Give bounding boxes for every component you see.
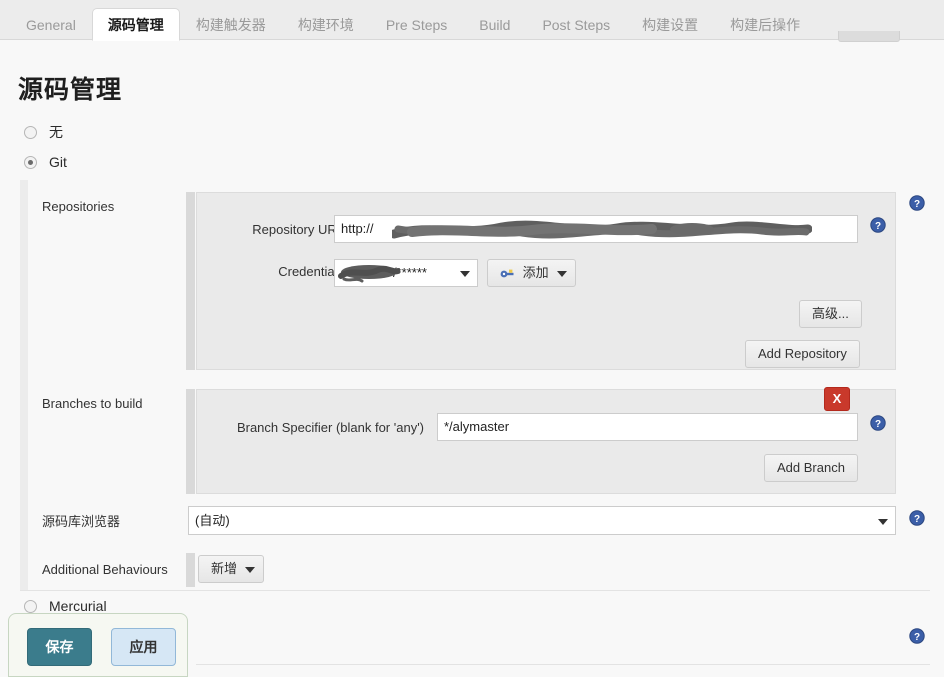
scm-option-mercurial[interactable]: Mercurial: [24, 598, 107, 614]
help-icon[interactable]: ?: [870, 415, 886, 431]
add-repository-button[interactable]: Add Repository: [745, 340, 860, 368]
help-icon[interactable]: ?: [909, 628, 925, 644]
scm-option-none-label: 无: [49, 124, 63, 140]
section-divider: [20, 590, 930, 591]
branch-specifier-input[interactable]: [437, 413, 858, 441]
add-behaviour-label: 新增: [211, 561, 238, 576]
scm-option-mercurial-label: Mercurial: [49, 598, 107, 614]
add-branch-button[interactable]: Add Branch: [764, 454, 858, 482]
svg-text:?: ?: [914, 199, 920, 210]
jenkins-job-config-page: General 源码管理 构建触发器 构建环境 Pre Steps Build …: [0, 0, 944, 677]
tab-list: General 源码管理 构建触发器 构建环境 Pre Steps Build …: [0, 0, 944, 41]
repositories-label: Repositories: [42, 199, 115, 214]
config-tab-bar: General 源码管理 构建触发器 构建环境 Pre Steps Build …: [0, 0, 944, 41]
chevron-down-icon: [556, 271, 567, 277]
tab-build-triggers[interactable]: 构建触发器: [180, 8, 282, 41]
tab-build-environment[interactable]: 构建环境: [282, 8, 370, 41]
credentials-select[interactable]: /******: [334, 259, 478, 287]
git-section-rail: [20, 180, 28, 590]
bottom-divider: [196, 664, 930, 665]
svg-text:?: ?: [875, 419, 881, 430]
scm-option-git[interactable]: Git: [24, 154, 67, 170]
repository-browser-select[interactable]: (自动): [188, 506, 896, 535]
additional-behaviours-label: Additional Behaviours: [42, 562, 168, 577]
help-icon[interactable]: ?: [909, 510, 925, 526]
add-branch-label: Add Branch: [777, 460, 845, 475]
radio-git[interactable]: [24, 155, 37, 169]
collapsed-toolbar-stub[interactable]: [838, 31, 900, 42]
tab-pre-steps[interactable]: Pre Steps: [370, 8, 463, 41]
radio-mercurial[interactable]: [24, 599, 37, 613]
apply-button[interactable]: 应用: [111, 628, 176, 666]
credentials-select-value: /******: [393, 265, 427, 280]
credentials-label: Credentials: [278, 264, 344, 279]
floating-save-bar: 保存 应用: [8, 613, 188, 677]
delete-branch-button[interactable]: X: [824, 387, 850, 411]
add-behaviour-button[interactable]: 新增: [198, 555, 265, 583]
page-title: 源码管理: [18, 76, 123, 104]
tab-build[interactable]: Build: [463, 8, 526, 41]
tab-build-settings[interactable]: 构建设置: [626, 8, 714, 41]
add-credentials-label: 添加: [522, 265, 549, 280]
tab-post-steps[interactable]: Post Steps: [526, 8, 626, 41]
chevron-down-icon: [460, 271, 470, 277]
branch-specifier-label: Branch Specifier (blank for 'any'): [236, 420, 424, 435]
scm-option-git-label: Git: [49, 154, 67, 170]
help-icon[interactable]: ?: [870, 217, 886, 233]
help-icon[interactable]: ?: [909, 195, 925, 211]
repository-browser-value: (自动): [195, 513, 230, 528]
behaviours-panel-rail: [186, 553, 195, 587]
chevron-down-icon: [878, 518, 888, 525]
radio-none[interactable]: [24, 125, 37, 139]
repository-url-label: Repository URL: [252, 222, 344, 237]
chevron-down-icon: [245, 567, 256, 573]
tab-general[interactable]: General: [10, 8, 92, 41]
key-icon: [500, 262, 514, 288]
repository-url-input[interactable]: [334, 215, 858, 243]
repository-browser-label: 源码库浏览器: [42, 514, 121, 529]
tab-source-code-management[interactable]: 源码管理: [91, 8, 180, 41]
add-credentials-button[interactable]: 添加: [487, 259, 576, 287]
branches-panel-rail: [186, 389, 195, 494]
repositories-panel-rail: [186, 192, 195, 370]
advanced-button[interactable]: 高级...: [799, 300, 862, 328]
add-repository-label: Add Repository: [758, 346, 847, 361]
svg-text:?: ?: [914, 514, 920, 525]
svg-text:?: ?: [875, 221, 881, 232]
tab-post-build-actions[interactable]: 构建后操作: [714, 8, 816, 41]
scm-option-none[interactable]: 无: [24, 122, 63, 142]
branches-to-build-label: Branches to build: [42, 396, 143, 411]
svg-text:?: ?: [914, 632, 920, 643]
save-button[interactable]: 保存: [27, 628, 92, 666]
advanced-label: 高级...: [812, 306, 849, 321]
